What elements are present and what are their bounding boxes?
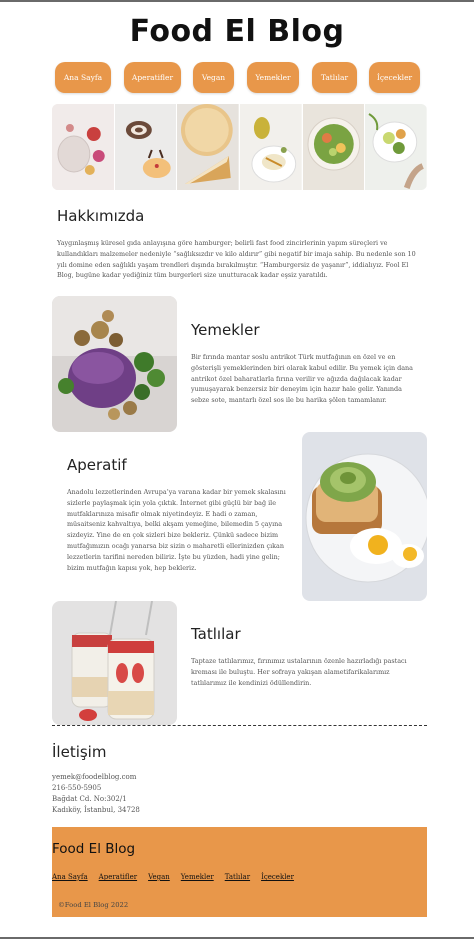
site-title: Food El Blog <box>129 14 345 49</box>
photo-roll-cake <box>114 104 178 190</box>
main-nav: Ana Sayfa Aperatifler Vegan Yemekler Tat… <box>51 62 426 94</box>
yemekler-title: Yemekler <box>191 321 260 339</box>
aperatif-photo <box>302 432 427 601</box>
photo-salad-bowl <box>302 104 366 190</box>
footer-links: Ana Sayfa Aperatifler Vegan Yemekler Tat… <box>52 873 294 881</box>
contact-title: İletişim <box>52 743 107 761</box>
photo-pie-slice <box>177 104 241 190</box>
nav-vegan-button[interactable]: Vegan <box>193 62 234 93</box>
contact-info: yemek@foodelblog.com 216-550-5905 Bağdat… <box>52 772 140 816</box>
yemekler-photo <box>52 296 177 432</box>
tatlilar-photo <box>52 601 177 725</box>
section-divider <box>52 725 427 726</box>
top-border <box>0 0 474 2</box>
footer-link-vegan[interactable]: Vegan <box>148 873 170 881</box>
nav-ana-sayfa-button[interactable]: Ana Sayfa <box>55 62 111 93</box>
nav-yemekler-button[interactable]: Yemekler <box>247 62 299 93</box>
tatlilar-text: Taptaze tatlılarımız, fırınımız ustaları… <box>191 657 407 687</box>
footer-link-icecekler[interactable]: İçecekler <box>261 873 294 881</box>
contact-address-line-1: Bağdat Cd. No:302/1 <box>52 795 127 803</box>
footer-brand: Food El Blog <box>52 841 136 857</box>
footer-link-yemekler[interactable]: Yemekler <box>181 873 214 881</box>
footer: Food El Blog Ana Sayfa Aperatifler Vegan… <box>52 827 427 917</box>
yemekler-text: Bir fırında mantar soslu antrikot Türk m… <box>191 353 413 405</box>
footer-link-tatlilar[interactable]: Tatlılar <box>225 873 250 881</box>
aperatif-text: Anadolu lezzetlerinden Avrupa’ya varana … <box>67 488 286 572</box>
nav-tatlilar-button[interactable]: Tatlılar <box>312 62 357 93</box>
tatlilar-title: Tatlılar <box>191 625 241 643</box>
photo-veggie-bowl <box>365 104 427 190</box>
contact-address-line-2: Kadıköy, İstanbul, 34728 <box>52 806 140 814</box>
contact-phone[interactable]: 216-550-5905 <box>52 783 140 794</box>
nav-icecekler-button[interactable]: İçecekler <box>369 62 420 93</box>
footer-link-aperatifler[interactable]: Aperatifler <box>99 873 137 881</box>
photo-jar-dessert <box>52 104 115 190</box>
aperatif-title: Aperatif <box>67 456 127 474</box>
contact-email[interactable]: yemek@foodelblog.com <box>52 772 140 783</box>
nav-aperatifler-button[interactable]: Aperatifler <box>124 62 181 93</box>
photo-pear-plate <box>240 104 303 190</box>
copyright: ©Food El Blog 2022 <box>58 901 129 909</box>
food-photo-strip <box>52 104 427 190</box>
footer-link-ana-sayfa[interactable]: Ana Sayfa <box>52 873 88 881</box>
about-title: Hakkımızda <box>57 207 145 225</box>
about-text: Yaygınlaşmış küresel gıda anlayışına gör… <box>57 239 416 280</box>
